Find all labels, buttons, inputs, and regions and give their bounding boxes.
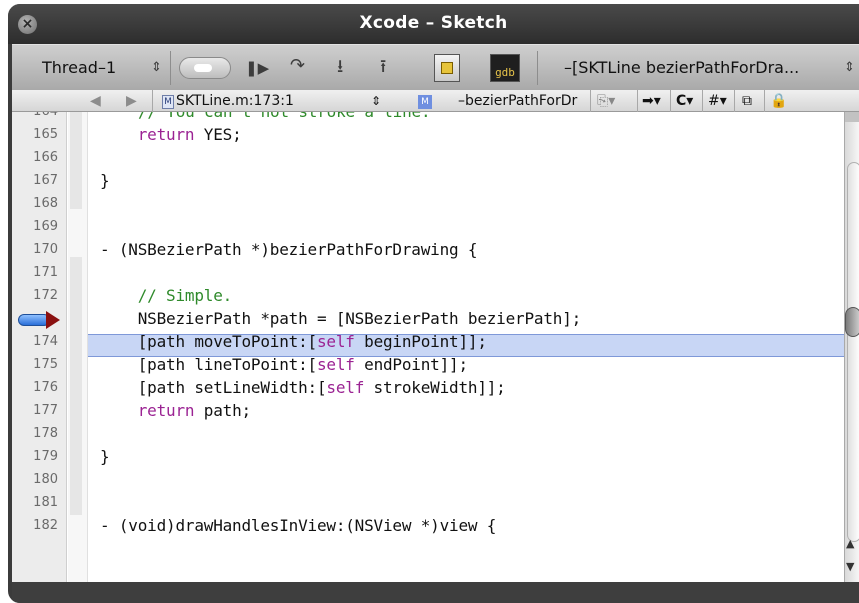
scroll-thumb[interactable] xyxy=(847,162,859,542)
code-line: 175 [path lineToPoint:[self endPoint]]; xyxy=(33,355,468,374)
vertical-scrollbar[interactable]: ▲ ▼ xyxy=(844,112,859,582)
breakpoints-menu-icon[interactable]: ➡▾ xyxy=(642,92,661,110)
xcode-window: × Xcode – Sketch Thread–1 ⇕ ❚▶ ↷ ⭳ ⭱ gdb… xyxy=(8,4,859,603)
code-line: 174 [path moveToPoint:[self beginPoint]]… xyxy=(33,332,487,351)
lock-icon[interactable]: 🔒 xyxy=(770,92,787,110)
step-over-icon[interactable]: ↷ xyxy=(290,56,305,76)
code-line: 171 xyxy=(33,265,58,280)
title-bar[interactable]: × Xcode – Sketch xyxy=(8,4,859,44)
code-line: 165 return YES; xyxy=(33,125,242,144)
popup-arrows-icon[interactable]: ⇕ xyxy=(844,58,855,78)
forward-icon[interactable]: ▶ xyxy=(126,92,137,110)
bookmarks-icon[interactable]: ⎘▾ xyxy=(597,92,615,110)
code-line: 164 // You can't not stroke a line. xyxy=(12,112,844,124)
code-line: 168 xyxy=(33,196,58,211)
code-editor[interactable]: 164 // You can't not stroke a line. 165 … xyxy=(12,112,844,582)
class-menu-icon[interactable]: C▾ xyxy=(676,92,693,110)
popup-arrows-icon[interactable]: ⇕ xyxy=(371,92,381,110)
code-line-current: NSBezierPath *path = [NSBezierPath bezie… xyxy=(12,308,844,331)
code-line: 180 xyxy=(33,472,58,487)
scroll-thumb-grip[interactable] xyxy=(845,307,859,337)
back-icon[interactable]: ◀ xyxy=(90,92,101,110)
code-line: 167 } xyxy=(33,171,110,190)
file-label: SKTLine.m:173:1 xyxy=(176,93,294,109)
partial-comment: // You can't not stroke a line. xyxy=(100,112,431,121)
method-popup[interactable]: –[SKTLine bezierPathForDra... xyxy=(564,58,799,77)
continue-icon[interactable]: ❚▶ xyxy=(245,58,269,78)
breakpoints-toggle-icon[interactable] xyxy=(179,57,231,79)
code-line: 166 xyxy=(33,150,58,165)
code-line: 169 xyxy=(33,219,58,234)
debugger-icon[interactable] xyxy=(434,54,460,82)
code-line: 177 return path; xyxy=(33,401,251,420)
debugger-toolbar: Thread–1 ⇕ ❚▶ ↷ ⭳ ⭱ gdb –[SKTLine bezier… xyxy=(12,44,859,90)
symbol-popup[interactable]: –bezierPathForDr xyxy=(458,92,586,110)
code-line: 178 xyxy=(33,426,58,441)
gdb-console-icon[interactable]: gdb xyxy=(490,54,520,82)
program-counter-icon[interactable] xyxy=(12,308,64,331)
partial-code: - (void)drawHandlesInView:(NSView *)view… xyxy=(100,516,497,535)
navigation-bar: ◀ ▶ M SKTLine.m:173:1 ⇕ M –bezierPathForD… xyxy=(12,90,859,112)
scroll-up-icon[interactable]: ▲ xyxy=(846,537,854,550)
code-line: 172 // Simple. xyxy=(33,286,233,305)
window-title: Xcode – Sketch xyxy=(359,13,508,33)
counterparts-icon[interactable]: ⧉ xyxy=(742,92,752,110)
includes-menu-icon[interactable]: #▾ xyxy=(708,92,727,110)
code-line: 170 - (NSBezierPath *)bezierPathForDrawi… xyxy=(33,240,478,259)
popup-arrows-icon[interactable]: ⇕ xyxy=(151,58,162,78)
method-m-icon: M xyxy=(418,92,432,110)
code-line: 179 } xyxy=(33,447,110,466)
code-line: 176 [path setLineWidth:[self strokeWidth… xyxy=(33,378,506,397)
thread-popup[interactable]: Thread–1 xyxy=(42,58,116,77)
file-popup[interactable]: M SKTLine.m:173:1 xyxy=(162,92,294,110)
file-m-icon: M xyxy=(162,95,174,109)
step-into-icon[interactable]: ⭳ xyxy=(337,57,343,77)
step-out-icon[interactable]: ⭱ xyxy=(380,57,386,77)
status-bar xyxy=(12,582,859,603)
scroll-down-icon[interactable]: ▼ xyxy=(846,560,854,573)
code-line: 181 xyxy=(33,495,58,510)
code-line: 182 - (void)drawHandlesInView:(NSView *)… xyxy=(33,516,497,535)
